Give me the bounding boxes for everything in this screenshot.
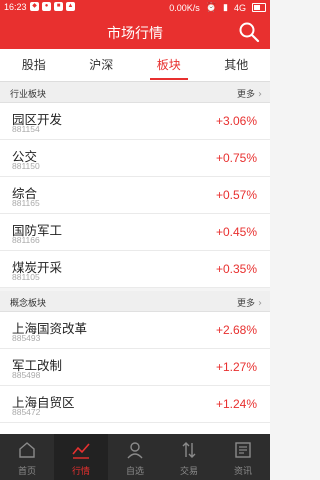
chart-icon [72, 443, 90, 459]
tab-index[interactable]: 股指 [0, 49, 68, 81]
more-button[interactable]: 更多 › [237, 87, 262, 100]
app-notification-icon: ◆ [30, 2, 39, 11]
more-label: 更多 [236, 90, 255, 100]
sector-change: +0.35% [215, 262, 257, 276]
sector-change: +2.68% [215, 323, 257, 337]
app-bar: 市场行情 [0, 15, 270, 49]
more-button[interactable]: 更多 › [237, 296, 262, 309]
sector-change: +1.24% [215, 397, 257, 411]
nav-label: 交易 [179, 467, 198, 477]
app-notification-icon-3: ▲ [66, 2, 75, 11]
sector-code: 885493 [12, 333, 41, 343]
nav-news[interactable]: 资讯 [216, 434, 270, 480]
nav-label: 资讯 [233, 467, 252, 477]
section-header-industry: 行业板块 更多 › [0, 82, 270, 103]
bottom-nav: 首页 行情 自选 交易 资讯 [0, 434, 270, 480]
sector-change: +0.57% [215, 188, 257, 202]
nav-label: 自选 [125, 467, 144, 477]
sector-code: 881105 [12, 272, 40, 282]
section-title: 行业板块 [10, 90, 47, 100]
network-type: 4G [233, 2, 246, 13]
list-item[interactable]: 综合 881165 +0.57% [0, 177, 270, 214]
wechat-icon: ● [42, 2, 51, 11]
list-item[interactable]: 上海自贸区 885472 +1.24% [0, 386, 270, 423]
signal-icon: ▮ [223, 2, 228, 12]
sector-change: +3.06% [215, 114, 257, 128]
nav-market[interactable]: 行情 [54, 434, 108, 480]
news-icon [235, 442, 251, 458]
person-icon [127, 442, 143, 459]
list-item[interactable]: 上海国资改革 885493 +2.68% [0, 312, 270, 349]
sector-change: +0.75% [215, 151, 257, 165]
sector-code: 885472 [12, 407, 41, 417]
search-icon[interactable] [238, 21, 260, 43]
nav-home[interactable]: 首页 [0, 434, 54, 480]
list-item[interactable]: 国防军工 881166 +0.45% [0, 214, 270, 251]
sector-code: 881154 [12, 124, 40, 134]
alarm-icon: ⏰ [205, 2, 218, 12]
nav-trade[interactable]: 交易 [162, 434, 216, 480]
transfer-icon [182, 442, 196, 458]
page-title: 市场行情 [107, 26, 163, 42]
sector-change: +1.27% [215, 360, 257, 374]
app-notification-icon-2: ■ [54, 2, 63, 11]
market-tabs: 股指 沪深 板块 其他 [0, 49, 270, 82]
list-item[interactable]: 煤炭开采 881105 +0.35% [0, 251, 270, 288]
list-item[interactable]: 军工改制 885498 +1.27% [0, 349, 270, 386]
list-item[interactable]: 园区开发 881154 +3.06% [0, 103, 270, 140]
status-bar: 16:23 ◆ ● ■ ▲ 0.00K/s ⏰ ▮ 4G [0, 0, 270, 15]
tab-other[interactable]: 其他 [203, 49, 271, 81]
sector-code: 881165 [12, 198, 40, 208]
notification-icons: ◆ ● ■ ▲ [30, 2, 75, 11]
sector-code: 881150 [12, 161, 40, 171]
sector-code: 881166 [12, 235, 40, 245]
network-speed: 0.00K/s [169, 2, 200, 13]
nav-label: 行情 [71, 467, 90, 477]
more-label: 更多 [236, 299, 255, 309]
tab-sectors[interactable]: 板块 [135, 49, 203, 81]
list-item-partial[interactable] [0, 423, 270, 434]
sector-code: 885498 [12, 370, 41, 380]
sector-change: +0.45% [215, 225, 257, 239]
nav-label: 首页 [17, 467, 36, 477]
battery-icon [252, 3, 266, 12]
nav-watchlist[interactable]: 自选 [108, 434, 162, 480]
section-header-concept: 概念板块 更多 › [0, 291, 270, 312]
chevron-right-icon: › [258, 298, 262, 309]
list-item[interactable]: 公交 881150 +0.75% [0, 140, 270, 177]
home-icon [19, 442, 35, 458]
section-title: 概念板块 [10, 299, 47, 309]
status-time: 16:23 [4, 2, 27, 12]
chevron-right-icon: › [258, 89, 262, 100]
tab-shanghai-shenzhen[interactable]: 沪深 [68, 49, 136, 81]
